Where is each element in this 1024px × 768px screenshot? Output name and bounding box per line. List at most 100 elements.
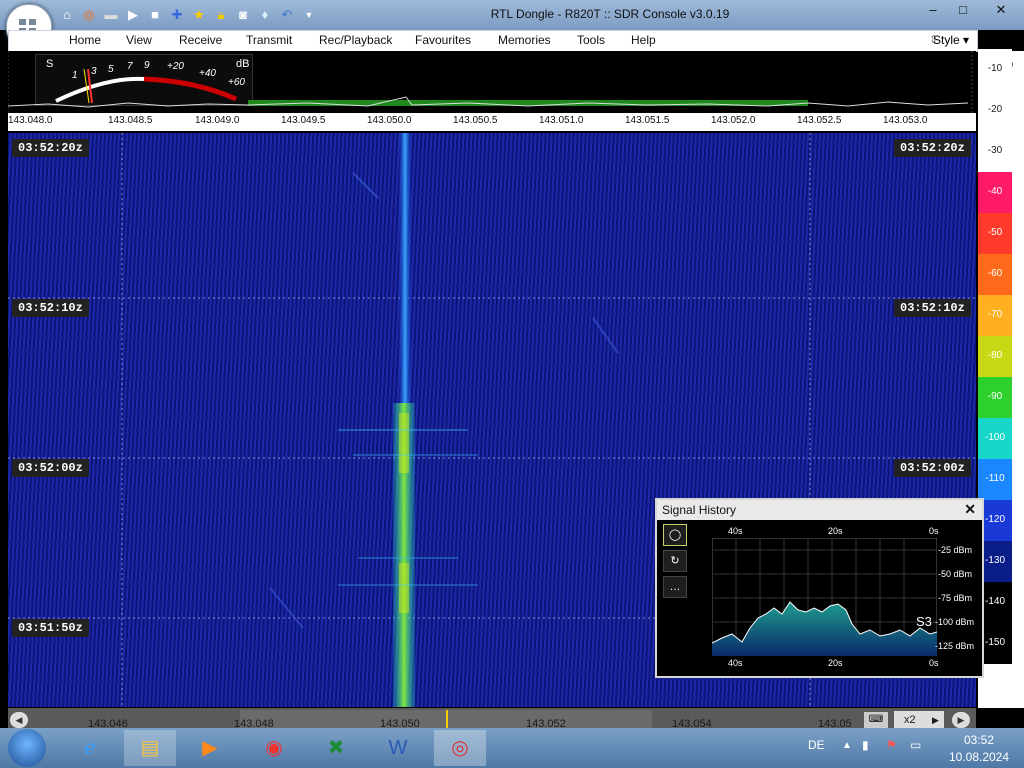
lifebuoy-icon[interactable]: ◎ [80,6,98,24]
time-label-right: 03:52:00z [894,459,971,477]
time-label-right: 03:52:20z [894,139,971,157]
drop-icon[interactable]: ♦ [256,6,274,24]
time-label-right: 03:52:10z [894,299,971,317]
menu-home[interactable]: Home [69,33,101,47]
db-scale-label: -20 [987,104,1003,115]
freq-tick: 143.052.5 [797,115,842,126]
title-bar: ⌂ ◎ ▬ ▶ ■ ✚ ★ 🔒︎ ◙ ♦ ↶ ▼ RTL Dongle - R8… [0,0,1024,30]
menu-tools[interactable]: Tools [577,33,605,47]
customize-dropdown-icon[interactable]: ▼ [300,6,318,24]
db-scale-label: -80 [987,350,1003,361]
db-scale-label: -100 [984,432,1005,443]
time-label-left: 03:52:00z [12,459,89,477]
internet-explorer-icon[interactable]: ℯ [64,730,116,766]
record-toggle-button[interactable]: ◯ [663,524,687,546]
sh-x-tick-bottom: 20s [828,658,843,668]
sh-y-tick: -100 dBm [935,617,975,627]
home-icon[interactable]: ⌂ [58,6,76,24]
clock-date[interactable]: 10.08.2024 [944,750,1014,764]
scroll-left-button[interactable]: ◀ [10,712,28,728]
zoom-label: x2 [904,714,916,726]
sh-y-tick: -50 dBm [938,569,973,579]
keyboard-icon[interactable]: ⌨ [864,712,888,728]
file-explorer-icon[interactable]: ▤ [124,730,176,766]
sh-y-tick: -25 dBm [938,545,973,555]
taskbar: ℯ ▤ ▶ ◉ ✖ W ◎ DE ▲ ▮ ⚑ ▭ 03:52 10.08.202… [0,728,1024,768]
camera-icon[interactable]: ◙ [234,6,252,24]
tray-device-icon[interactable]: ▮ [862,738,869,752]
db-scale-label: -110 [985,473,1005,484]
db-scale-label: -60 [987,268,1003,279]
freq-tick: 143.050.5 [453,115,498,126]
maximize-button[interactable]: □ [948,0,978,20]
sdr-console-icon[interactable]: ◎ [434,730,486,766]
menu-view[interactable]: View [126,33,152,47]
menu-transmit[interactable]: Transmit [246,33,292,47]
start-button[interactable] [8,729,46,767]
sh-x-tick-top: 0s [929,526,939,536]
sh-x-tick-bottom: 40s [728,658,743,668]
signal-history-plot [712,538,937,656]
db-scale-label: -40 [987,186,1003,197]
chrome-icon[interactable]: ◉ [248,730,300,766]
style-label: Style [933,33,960,47]
close-button[interactable]: ✕ [978,0,1024,20]
minimize-button[interactable]: – [918,0,948,20]
db-scale-label: -90 [987,391,1003,402]
scroll-right-button[interactable]: ▶ [952,712,970,728]
signal-history-title: Signal History [662,503,737,517]
window-title: RTL Dongle - R820T :: SDR Console v3.0.1… [490,7,730,21]
db-scale-label: -50 [987,227,1003,238]
media-player-icon[interactable]: ▶ [184,730,236,766]
tray-flag-icon[interactable]: ⚑ [886,738,897,752]
time-label-left: 03:52:20z [12,139,89,157]
freq-tick: 143.049.5 [281,115,326,126]
menu-favourites[interactable]: Favourites [415,33,471,47]
excel-icon[interactable]: ✖ [310,730,362,766]
db-color-scale[interactable]: Auto -10-20-30-40-50-60-70-80-90-100-110… [978,49,1024,708]
zoom-arrow-icon: ▶ [932,715,939,725]
spectrum-trace [8,51,973,113]
clock-time[interactable]: 03:52 [944,733,1014,747]
sh-y-tick: -75 dBm [938,593,973,603]
style-dropdown[interactable]: Style ▾ [933,33,969,47]
signal-history-header[interactable]: Signal History ✕ [657,500,982,520]
freq-tick: 143.048.0 [8,115,53,126]
sh-x-tick-bottom: 0s [929,658,939,668]
freq-tick: 143.053.0 [883,115,928,126]
undo-icon[interactable]: ↶ [278,6,296,24]
lock-icon[interactable]: 🔒︎ [212,6,230,24]
stop-icon[interactable]: ■ [146,6,164,24]
signal-history-panel: Signal History ✕ ◯ ↻ … 40s 20s 0s 40s 20… [655,498,984,678]
add-icon[interactable]: ✚ [168,6,186,24]
sh-x-tick-top: 40s [728,526,743,536]
db-scale-label: -10 [987,63,1003,74]
freq-tick: 143.051.0 [539,115,584,126]
frequency-scale[interactable]: 143.048.0 143.048.5 143.049.0 143.049.5 … [8,113,976,131]
reset-button[interactable]: ↻ [663,550,687,572]
signal-history-close-button[interactable]: ✕ [964,501,976,518]
play-icon[interactable]: ▶ [124,6,142,24]
zoom-selector[interactable]: x2 ▶ [894,711,944,729]
freq-tick: 143.049.0 [195,115,240,126]
sh-x-tick-top: 20s [828,526,843,536]
folder-icon[interactable]: ▬ [102,6,120,24]
menu-help[interactable]: Help [631,33,656,47]
quick-access-toolbar: ⌂ ◎ ▬ ▶ ■ ✚ ★ 🔒︎ ◙ ♦ ↶ ▼ [58,6,318,24]
word-icon[interactable]: W [372,730,424,766]
sh-y-tick: -125 dBm [935,641,975,651]
window-controls: – □ ✕ [918,0,1024,20]
spectrum-display[interactable]: S dB 1 3 5 7 9 +20 +40 +60 [8,51,976,113]
menu-memories[interactable]: Memories [498,33,551,47]
star-icon[interactable]: ★ [190,6,208,24]
show-hidden-icons-icon[interactable]: ▲ [842,740,852,751]
menu-bar: Home View Receive Transmit Rec/Playback … [8,30,978,52]
menu-receive[interactable]: Receive [179,33,222,47]
menu-rec-playback[interactable]: Rec/Playback [319,33,392,47]
language-indicator[interactable]: DE [808,738,825,752]
db-scale-label: -70 [987,309,1003,320]
tray-network-icon[interactable]: ▭ [910,738,921,752]
more-options-button[interactable]: … [663,576,687,598]
freq-tick: 143.048.5 [108,115,153,126]
freq-tick: 143.050.0 [367,115,412,126]
